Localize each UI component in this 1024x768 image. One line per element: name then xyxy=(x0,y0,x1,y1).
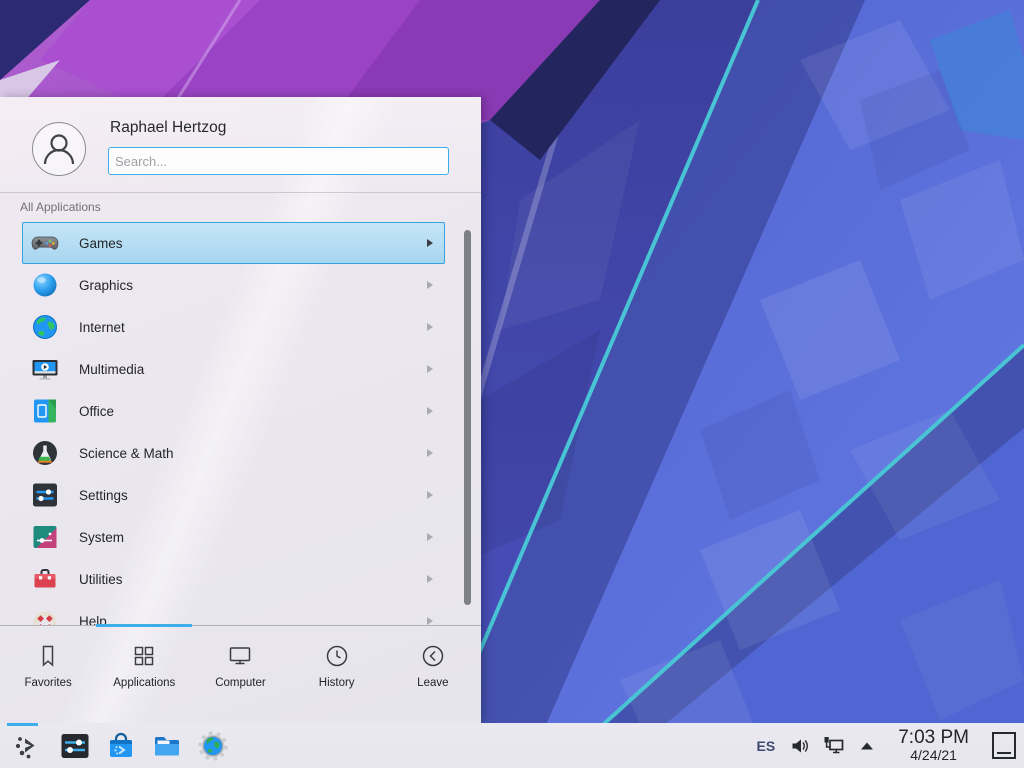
category-label: Settings xyxy=(79,488,128,503)
system-settings-icon xyxy=(59,730,91,762)
application-launcher-menu: Raphael Hertzog All Applications Games xyxy=(0,97,481,723)
user-name: Raphael Hertzog xyxy=(110,119,226,137)
category-row-office[interactable]: Office xyxy=(22,390,445,432)
menu-tabbar: Favorites Applications xyxy=(0,625,481,724)
tab-label: Leave xyxy=(417,677,448,689)
tab-history[interactable]: History xyxy=(289,626,385,724)
toolbox-icon xyxy=(31,565,59,593)
category-label: Utilities xyxy=(79,572,123,587)
submenu-arrow-icon xyxy=(427,575,433,583)
kde-launcher-icon xyxy=(13,730,45,762)
folder-icon xyxy=(151,730,183,762)
sphere-icon xyxy=(31,271,59,299)
tab-favorites[interactable]: Favorites xyxy=(0,626,96,724)
tab-applications[interactable]: Applications xyxy=(96,626,192,724)
show-desktop-button[interactable] xyxy=(992,732,1016,759)
monitor-play-icon xyxy=(31,355,59,383)
list-scrollbar[interactable] xyxy=(464,230,471,605)
application-launcher-button[interactable] xyxy=(11,727,47,765)
category-row-multimedia[interactable]: Multimedia xyxy=(22,348,445,390)
system-tray: ES 7:03 PM 4/24/21 xyxy=(757,728,1018,763)
category-label: System xyxy=(79,530,124,545)
category-list: Games Graphics Internet xyxy=(0,222,481,625)
category-row-help[interactable]: Help xyxy=(22,600,445,625)
submenu-arrow-icon xyxy=(427,407,433,415)
submenu-arrow-icon xyxy=(427,239,433,247)
web-browser-button[interactable] xyxy=(195,727,231,765)
submenu-arrow-icon xyxy=(427,281,433,289)
category-label: Science & Math xyxy=(79,446,174,461)
globe-gear-icon xyxy=(197,730,229,762)
flask-icon xyxy=(31,439,59,467)
clock-time: 7:03 PM xyxy=(898,728,969,748)
computer-icon xyxy=(227,643,253,669)
category-label: Graphics xyxy=(79,278,133,293)
search-input[interactable] xyxy=(108,147,449,175)
submenu-arrow-icon xyxy=(427,365,433,373)
sliders-color-icon xyxy=(31,523,59,551)
category-label: Office xyxy=(79,404,114,419)
gamepad-icon xyxy=(31,229,59,257)
category-row-system[interactable]: System xyxy=(22,516,445,558)
discover-button[interactable] xyxy=(103,727,139,765)
history-clock-icon xyxy=(324,643,350,669)
tab-label: Applications xyxy=(113,677,175,689)
desktop: Raphael Hertzog All Applications Games xyxy=(0,0,1024,768)
tab-label: History xyxy=(319,677,355,689)
document-icon xyxy=(31,397,59,425)
section-label: All Applications xyxy=(20,200,101,214)
tab-computer[interactable]: Computer xyxy=(192,626,288,724)
user-icon xyxy=(33,123,85,175)
digital-clock[interactable]: 7:03 PM 4/24/21 xyxy=(898,728,969,763)
submenu-arrow-icon xyxy=(427,491,433,499)
taskbar: ES 7:03 PM 4/24/21 xyxy=(0,723,1024,768)
tab-leave[interactable]: Leave xyxy=(385,626,481,724)
lifebuoy-icon xyxy=(31,607,59,625)
category-row-internet[interactable]: Internet xyxy=(22,306,445,348)
submenu-arrow-icon xyxy=(427,533,433,541)
category-row-science[interactable]: Science & Math xyxy=(22,432,445,474)
leave-icon xyxy=(420,643,446,669)
launcher-active-indicator xyxy=(7,723,38,726)
category-row-graphics[interactable]: Graphics xyxy=(22,264,445,306)
category-row-utilities[interactable]: Utilities xyxy=(22,558,445,600)
expand-tray-caret-icon[interactable] xyxy=(859,738,875,754)
user-avatar[interactable] xyxy=(32,122,86,176)
globe-icon xyxy=(31,313,59,341)
volume-icon[interactable] xyxy=(790,737,808,755)
system-settings-button[interactable] xyxy=(57,727,93,765)
active-tab-indicator xyxy=(96,624,192,627)
file-manager-button[interactable] xyxy=(149,727,185,765)
tab-label: Favorites xyxy=(24,677,71,689)
submenu-arrow-icon xyxy=(427,617,433,625)
discover-bag-icon xyxy=(105,730,137,762)
category-label: Games xyxy=(79,236,123,251)
submenu-arrow-icon xyxy=(427,449,433,457)
category-row-games[interactable]: Games xyxy=(22,222,445,264)
category-label: Internet xyxy=(79,320,125,335)
category-label: Multimedia xyxy=(79,362,144,377)
clock-date: 4/24/21 xyxy=(910,748,957,763)
grid-icon xyxy=(131,643,157,669)
tab-label: Computer xyxy=(215,677,266,689)
keyboard-layout-indicator[interactable]: ES xyxy=(757,738,776,754)
network-icon[interactable] xyxy=(823,736,844,755)
category-row-settings[interactable]: Settings xyxy=(22,474,445,516)
sliders-dark-icon xyxy=(31,481,59,509)
bookmark-icon xyxy=(35,643,61,669)
menu-header: Raphael Hertzog xyxy=(0,97,481,193)
submenu-arrow-icon xyxy=(427,323,433,331)
